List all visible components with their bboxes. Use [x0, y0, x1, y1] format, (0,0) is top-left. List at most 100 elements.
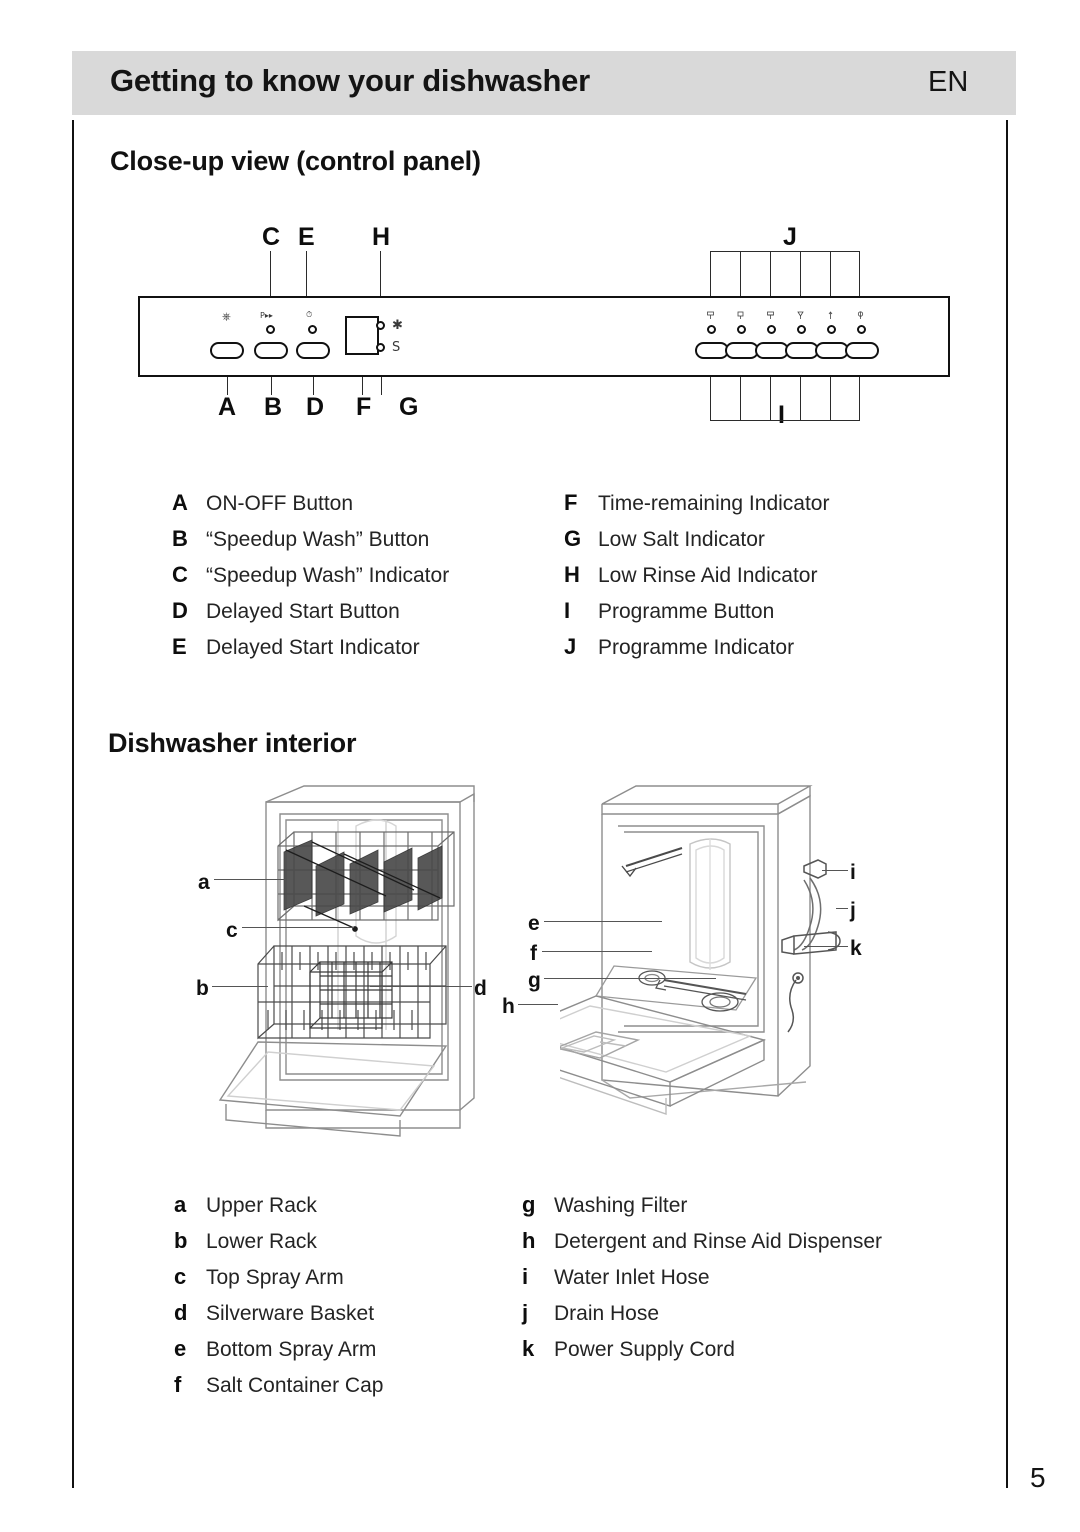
legend-key: e — [174, 1336, 187, 1361]
legend-key: j — [522, 1300, 529, 1325]
speedup-wash-icon: P▸▸ — [260, 311, 273, 320]
callout-g: g — [528, 969, 541, 992]
callout-line-f — [542, 951, 652, 952]
programme-button-4[interactable] — [785, 342, 819, 359]
programme-button-2[interactable] — [725, 342, 759, 359]
programme-icon-3 — [766, 311, 775, 320]
legend-label: ON-OFF Button — [206, 492, 354, 515]
diagram-tag-D: D — [306, 393, 325, 421]
on-off-button[interactable] — [210, 342, 244, 359]
legend-item: A ON-OFF Button — [172, 490, 449, 526]
language-code: EN — [928, 66, 969, 98]
legend-key: f — [174, 1372, 182, 1397]
programme-icon-6 — [856, 311, 865, 320]
legend-label: Silverware Basket — [206, 1302, 375, 1325]
callout-b: b — [196, 977, 209, 1000]
legend-label: “Speedup Wash” Button — [206, 528, 430, 551]
programme-indicator-6 — [857, 325, 866, 334]
legend-item: g Washing Filter — [522, 1192, 882, 1228]
legend-item: I Programme Button — [564, 598, 829, 634]
right-margin-rule — [1006, 120, 1008, 1488]
programme-button-5[interactable] — [815, 342, 849, 359]
legend-key: b — [174, 1228, 188, 1253]
bracket-divider-4 — [830, 251, 831, 297]
legend-key: F — [564, 490, 578, 515]
legend-label: “Speedup Wash” Indicator — [206, 564, 450, 587]
legend-item: b Lower Rack — [174, 1228, 383, 1264]
legend-key: H — [564, 562, 580, 587]
delayed-start-button[interactable] — [296, 342, 330, 359]
legend-item: J Programme Indicator — [564, 634, 829, 670]
speedup-wash-button[interactable] — [254, 342, 288, 359]
bracket-b-divider-2 — [770, 377, 771, 421]
diagram-tag-A: A — [218, 393, 237, 421]
callout-d: d — [474, 977, 487, 1000]
page-title: Getting to know your dishwasher — [110, 63, 590, 98]
bracket-b-divider-3 — [800, 377, 801, 421]
programme-indicator-2 — [737, 325, 746, 334]
callout-e: e — [528, 912, 540, 935]
legend-item: h Detergent and Rinse Aid Dispenser — [522, 1228, 882, 1264]
bracket-programme-indicator — [710, 251, 860, 297]
dishwasher-interior-diagram: a c b d e f g h i j k — [110, 780, 990, 1170]
programme-button-6[interactable] — [845, 342, 879, 359]
callout-i: i — [850, 861, 856, 884]
callout-line-i — [822, 870, 848, 871]
control-panel-legend-right: F Time-remaining Indicator G Low Salt In… — [564, 490, 829, 670]
programme-indicator-3 — [767, 325, 776, 334]
callout-line-j — [836, 908, 848, 909]
left-margin-rule — [72, 120, 74, 1488]
interior-legend-right: g Washing Filter h Detergent and Rinse A… — [522, 1192, 882, 1372]
callout-c: c — [226, 919, 238, 942]
callout-line-g — [544, 978, 716, 979]
legend-label: Power Supply Cord — [554, 1338, 735, 1361]
control-panel-legend-left: A ON-OFF Button B “Speedup Wash” Button … — [172, 490, 449, 670]
dishwasher-racks-illustration — [218, 785, 475, 1137]
bracket-divider-3 — [800, 251, 801, 297]
section-heading-interior: Dishwasher interior — [108, 728, 357, 758]
programme-indicator-4 — [797, 325, 806, 334]
speedup-wash-indicator — [266, 325, 275, 334]
legend-key: i — [522, 1264, 529, 1289]
diagram-tag-G: G — [399, 393, 419, 421]
legend-label: Washing Filter — [554, 1194, 688, 1217]
legend-key: k — [522, 1336, 535, 1361]
bracket-b-divider-4 — [830, 377, 831, 421]
legend-item: G Low Salt Indicator — [564, 526, 829, 562]
legend-key: E — [172, 634, 187, 659]
programme-icon-1 — [706, 311, 715, 320]
programme-button-3[interactable] — [755, 342, 789, 359]
legend-item: j Drain Hose — [522, 1300, 882, 1336]
legend-item: c Top Spray Arm — [174, 1264, 383, 1300]
legend-label: Low Salt Indicator — [598, 528, 765, 551]
legend-item: F Time-remaining Indicator — [564, 490, 829, 526]
legend-key: B — [172, 526, 188, 551]
bracket-divider-1 — [740, 251, 741, 297]
callout-line-b — [212, 986, 268, 987]
legend-key: I — [564, 598, 571, 623]
callout-k: k — [850, 937, 862, 960]
control-panel-body — [138, 296, 950, 377]
programme-icon-4 — [796, 311, 805, 320]
bracket-programme-button — [710, 377, 860, 421]
programme-button-1[interactable] — [695, 342, 729, 359]
legend-label: Low Rinse Aid Indicator — [598, 564, 818, 587]
diagram-tag-J: J — [783, 223, 797, 251]
bracket-divider-2 — [770, 251, 771, 297]
legend-item: E Delayed Start Indicator — [172, 634, 449, 670]
low-salt-indicator — [376, 343, 385, 352]
legend-label: Delayed Start Indicator — [206, 636, 420, 659]
callout-j: j — [850, 899, 856, 922]
legend-label: Delayed Start Button — [206, 600, 400, 623]
legend-label: Time-remaining Indicator — [598, 492, 830, 515]
legend-key: c — [174, 1264, 187, 1289]
legend-item: d Silverware Basket — [174, 1300, 383, 1336]
legend-label: Detergent and Rinse Aid Dispenser — [554, 1230, 883, 1253]
bracket-b-divider-1 — [740, 377, 741, 421]
diagram-tag-B: B — [264, 393, 283, 421]
time-remaining-display — [345, 316, 379, 355]
page-number: 5 — [1030, 1462, 1046, 1493]
programme-icon-2 — [736, 311, 745, 320]
programme-indicator-1 — [707, 325, 716, 334]
rinse-aid-star-icon: ✱ — [392, 318, 403, 333]
